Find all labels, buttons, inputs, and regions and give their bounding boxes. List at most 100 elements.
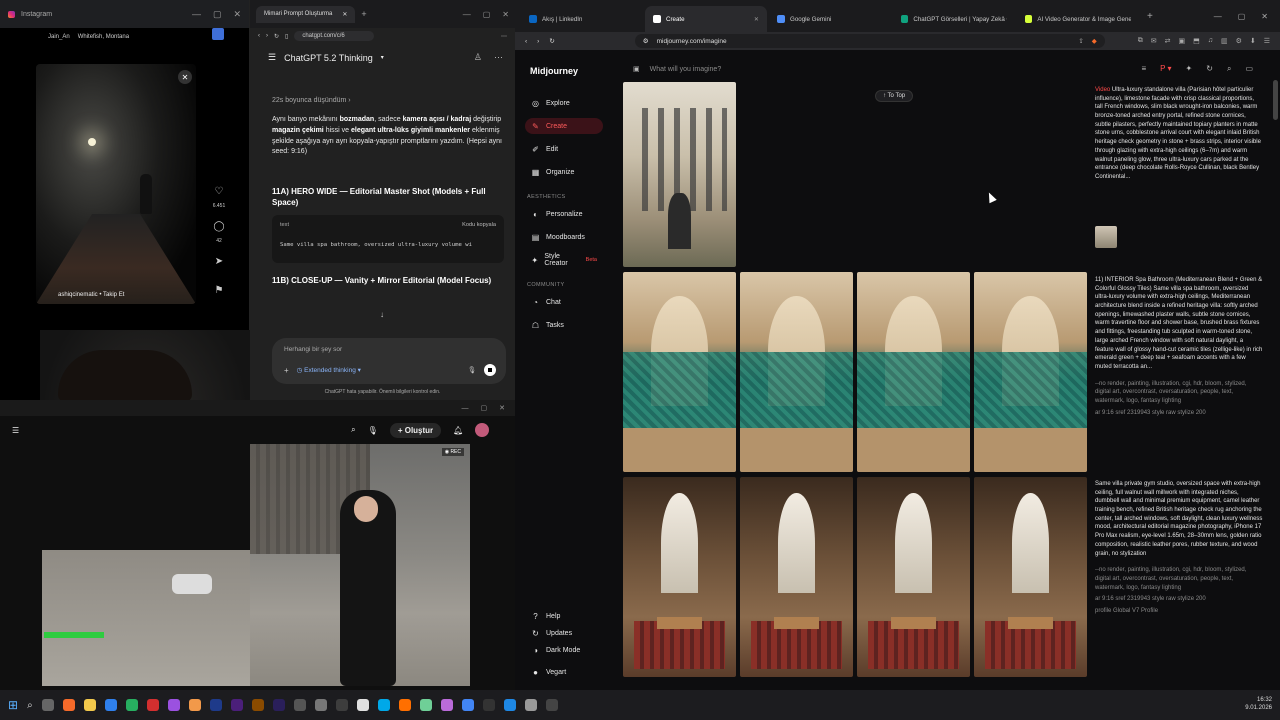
extension-icon[interactable]: ⚙ — [1236, 37, 1242, 45]
search-icon[interactable]: ⌕ — [351, 425, 355, 435]
sidebar-item-style-creator[interactable]: ✦ Style Creator Beta — [525, 252, 603, 268]
maximize-icon[interactable]: ▢ — [483, 10, 491, 19]
prompt-text[interactable]: 11) INTERIOR Spa Bathroom (Mediterranean… — [1095, 276, 1263, 417]
sidebar-item-personalize[interactable]: ◐ Personalize — [525, 206, 603, 222]
folder-icon[interactable]: ▭ — [1245, 64, 1253, 74]
brave-shield-icon[interactable]: ◆ — [1092, 37, 1097, 45]
code-block[interactable]: text Kodu kopyala Same villa spa bathroo… — [272, 214, 504, 263]
browser-tab[interactable]: Google Gemini — [769, 6, 891, 32]
app-icon[interactable] — [440, 699, 453, 711]
maximize-icon[interactable]: ▢ — [481, 404, 488, 412]
chrome-icon[interactable] — [461, 699, 474, 711]
photoshop-icon[interactable] — [209, 699, 222, 711]
browser-tab[interactable]: AI Video Generator & Image Generat — [1017, 6, 1139, 32]
close-icon[interactable]: ✕ — [502, 10, 509, 19]
reload-icon[interactable]: ↻ — [549, 37, 554, 45]
reference-thumbnail[interactable] — [1095, 226, 1117, 248]
maximize-icon[interactable]: ▢ — [213, 9, 222, 20]
gym-image[interactable] — [974, 477, 1087, 677]
sidebar-item-updates[interactable]: ↻ Updates — [525, 625, 603, 641]
browser-tab[interactable]: Create ✕ — [645, 6, 767, 32]
tab-close-icon[interactable]: ✕ — [754, 16, 759, 23]
stop-button[interactable] — [484, 364, 496, 376]
settings-icon[interactable]: ≡ — [1141, 64, 1146, 74]
app-icon[interactable] — [356, 699, 369, 711]
illustrator-icon[interactable] — [251, 699, 264, 711]
site-info-icon[interactable]: ⚙ — [643, 37, 649, 45]
new-tab-icon[interactable]: + — [361, 9, 366, 19]
vscode-icon[interactable] — [503, 699, 516, 711]
prompt-input[interactable]: What will you imagine? — [650, 66, 722, 73]
extended-thinking-toggle[interactable]: ◷ Extended thinking ▾ — [297, 366, 361, 374]
reel-video[interactable]: ashiqcinematic • Takip Et — [36, 64, 196, 304]
extension-icon[interactable]: ▣ — [1178, 37, 1185, 45]
gym-image[interactable] — [623, 477, 736, 677]
minimize-icon[interactable]: — — [1214, 12, 1222, 21]
copy-code-button[interactable]: Kodu kopyala — [462, 221, 496, 230]
add-user-icon[interactable]: ♙ — [474, 52, 482, 63]
extension-icon[interactable]: ♫ — [1208, 37, 1213, 45]
sidebar-square-icon[interactable] — [212, 28, 224, 40]
windows-start-icon[interactable]: ⊞ — [8, 698, 18, 712]
mic-icon[interactable]: 🎙︎ — [468, 366, 476, 374]
comment-icon[interactable]: ◯ — [213, 221, 224, 232]
bell-icon[interactable]: 🔔︎ — [453, 426, 463, 435]
app-icon[interactable] — [377, 699, 390, 711]
create-button[interactable]: + Oluştur — [389, 422, 442, 438]
browser-tab[interactable]: Akış | LinkedIn — [521, 6, 643, 32]
menu-icon[interactable]: ☰ — [1264, 37, 1270, 45]
chat-input[interactable]: Herhangi bir şey sor + ◷ Extended thinki… — [272, 338, 506, 384]
add-icon[interactable]: + — [284, 366, 289, 375]
extension-icon[interactable]: ▥ — [1221, 37, 1228, 45]
premiere-icon[interactable] — [230, 699, 243, 711]
tab-close-icon[interactable]: ✕ — [342, 11, 347, 18]
reel-location-badge[interactable]: Whitefish, Montana — [78, 34, 129, 40]
app-icon[interactable] — [293, 699, 306, 711]
back-icon[interactable]: ‹ — [525, 38, 527, 45]
scroll-down-icon[interactable]: ↓ — [380, 310, 384, 319]
sidebar-item-chat[interactable]: ◔ Chat — [525, 294, 603, 310]
app-icon[interactable] — [524, 699, 537, 711]
app-icon[interactable] — [482, 699, 495, 711]
reload-icon[interactable]: ↻ — [274, 33, 279, 40]
thinking-summary[interactable]: 22s boyunca düşündüm › — [272, 96, 504, 107]
menu-icon[interactable]: ☰ — [12, 426, 19, 435]
url-field[interactable]: ⚙ midjourney.com/imagine ⇪ ◆ — [634, 34, 1105, 48]
app-icon[interactable] — [545, 699, 558, 711]
close-icon[interactable]: ✕ — [499, 404, 505, 412]
brand-logo[interactable]: Midjourney — [530, 66, 578, 76]
image-icon[interactable]: ▣ — [633, 65, 640, 73]
more-icon[interactable]: ⋯ — [494, 52, 503, 63]
extension-icon[interactable]: ⬒ — [1193, 37, 1200, 45]
to-top-button[interactable]: ↑ To Top — [875, 90, 914, 102]
app-icon[interactable] — [167, 699, 180, 711]
minimize-icon[interactable]: — — [462, 405, 469, 412]
gym-image[interactable] — [857, 477, 970, 677]
bathroom-image[interactable] — [974, 272, 1087, 472]
bookmark-icon[interactable]: ⚑ — [215, 285, 224, 296]
sidebar-item-vegart[interactable]: ● Vegart — [525, 664, 603, 680]
heart-icon[interactable]: ♡ — [215, 186, 224, 197]
reel-user-badge[interactable]: Jain_An — [48, 34, 70, 40]
follow-button[interactable]: Takip Et — [103, 292, 124, 298]
forward-icon[interactable]: › — [266, 33, 268, 39]
mute-icon[interactable]: ✕ — [178, 70, 192, 84]
scrollbar[interactable] — [1273, 80, 1278, 120]
bathroom-image[interactable] — [623, 272, 736, 472]
refresh-icon[interactable]: ↻ — [1206, 64, 1213, 74]
browser-tab[interactable]: ChatGPT Görselleri | Yapay Zekâ Gö — [893, 6, 1015, 32]
system-clock[interactable]: 16:32 9.01.2026 — [1245, 697, 1272, 713]
forward-icon[interactable]: › — [537, 38, 539, 45]
app-icon[interactable] — [125, 699, 138, 711]
app-icon[interactable] — [335, 699, 348, 711]
extension-icon[interactable]: ✉ — [1151, 37, 1157, 45]
acrobat-icon[interactable] — [146, 699, 159, 711]
sidebar-item-create[interactable]: ✎ Create — [525, 118, 603, 134]
share-icon[interactable]: ➤ — [215, 256, 223, 267]
chatgpt-url[interactable]: chatgpt.com/c/6 — [294, 31, 375, 41]
sidebar-item-organize[interactable]: ▦ Organize — [525, 164, 603, 180]
style-icon[interactable]: ✦ — [1186, 64, 1193, 74]
villa-image[interactable] — [623, 82, 736, 267]
extensions-icon[interactable]: ⋯ — [501, 33, 507, 40]
share-icon[interactable]: ⇪ — [1078, 37, 1083, 45]
